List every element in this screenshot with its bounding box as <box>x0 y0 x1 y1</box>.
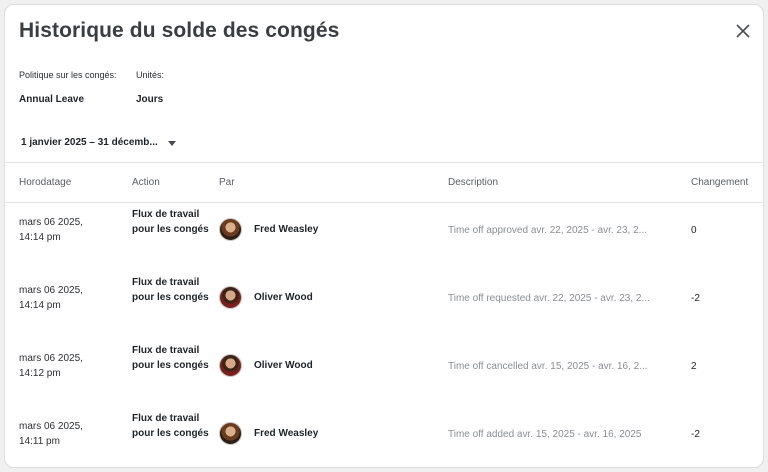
avatar <box>219 354 242 377</box>
timestamp-cell: mars 06 2025, 14:11 pm <box>19 421 83 447</box>
avatar <box>219 286 242 309</box>
modal-title: Historique du solde des congés <box>19 19 340 42</box>
action-cell: Flux de travail pour les congés <box>132 345 209 371</box>
column-header-by: Par <box>219 177 235 188</box>
description-cell: Time off added avr. 15, 2025 - avr. 16, … <box>448 429 642 440</box>
user-name: Fred Weasley <box>254 224 319 235</box>
divider <box>5 162 763 163</box>
policy-label: Politique sur les congés: <box>19 70 117 80</box>
timestamp-cell: mars 06 2025, 14:14 pm <box>19 285 83 311</box>
by-cell: Fred Weasley <box>219 218 318 241</box>
balance-history-modal: Historique du solde des congés Politique… <box>4 4 764 468</box>
timestamp-cell: mars 06 2025, 14:14 pm <box>19 217 83 243</box>
description-cell: Time off approved avr. 22, 2025 - avr. 2… <box>448 225 648 236</box>
units-value: Jours <box>136 94 164 105</box>
date-range-label: 1 janvier 2025 – 31 décemb... <box>21 136 158 148</box>
by-cell: Fred Weasley <box>219 422 318 445</box>
column-header-description: Description <box>448 177 499 188</box>
by-cell: Oliver Wood <box>219 286 313 309</box>
user-name: Oliver Wood <box>254 360 313 371</box>
action-cell: Flux de travail pour les congés <box>132 209 209 235</box>
table-row: mars 06 2025, 14:12 pm Flux de travail po… <box>5 336 763 404</box>
chevron-down-icon <box>167 140 176 146</box>
close-icon[interactable] <box>733 21 753 41</box>
column-header-change: Changement <box>691 177 749 188</box>
table-row: mars 06 2025, 14:14 pm Flux de travail po… <box>5 268 763 336</box>
description-cell: Time off cancelled avr. 15, 2025 - avr. … <box>448 361 648 372</box>
action-cell: Flux de travail pour les congés <box>132 277 209 303</box>
policy-value: Annual Leave <box>19 94 85 105</box>
date-range-dropdown[interactable]: 1 janvier 2025 – 31 décemb... <box>21 135 176 149</box>
change-cell: -2 <box>691 429 700 440</box>
by-cell: Oliver Wood <box>219 354 313 377</box>
change-cell: 2 <box>691 361 697 372</box>
avatar <box>219 218 242 241</box>
timestamp-cell: mars 06 2025, 14:12 pm <box>19 353 83 379</box>
user-name: Oliver Wood <box>254 292 313 303</box>
units-label: Unités: <box>136 70 165 80</box>
action-cell: Flux de travail pour les congés <box>132 413 209 439</box>
column-header-timestamp: Horodatage <box>19 177 72 188</box>
table-row: mars 06 2025, 14:14 pm Flux de travail po… <box>5 200 763 268</box>
change-cell: 0 <box>691 225 697 236</box>
description-cell: Time off requested avr. 22, 2025 - avr. … <box>448 293 650 304</box>
column-header-action: Action <box>132 177 160 188</box>
avatar <box>219 422 242 445</box>
change-cell: -2 <box>691 293 700 304</box>
user-name: Fred Weasley <box>254 428 319 439</box>
table-row: mars 06 2025, 14:11 pm Flux de travail po… <box>5 404 763 467</box>
